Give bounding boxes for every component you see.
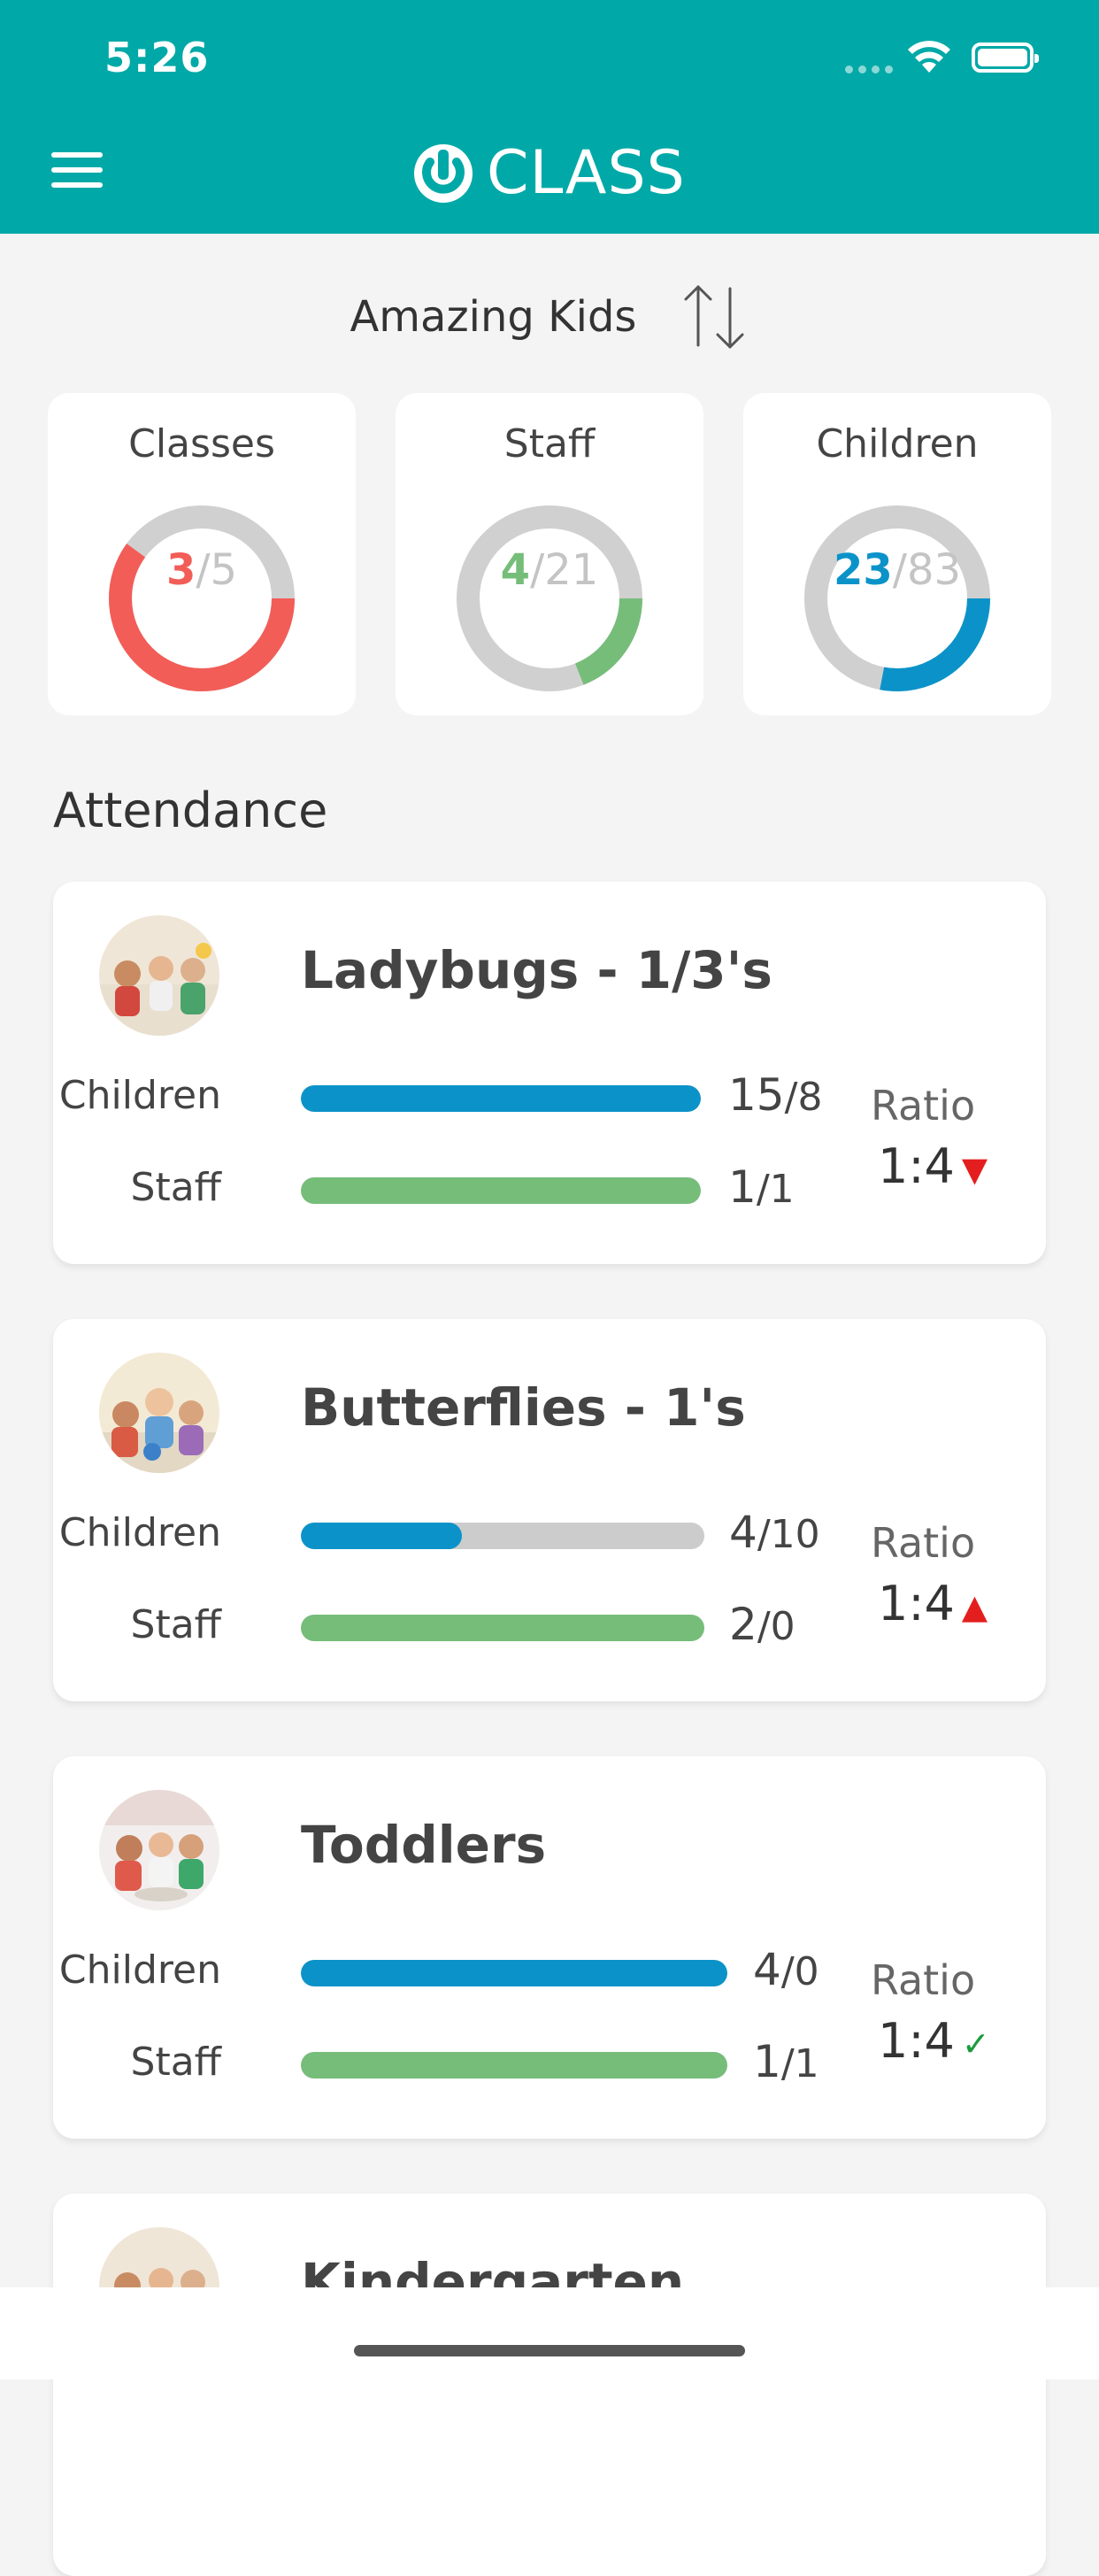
status-time: 5:26 (104, 34, 210, 81)
bottom-safe-area (0, 2287, 1099, 2379)
stat-title: Staff (503, 421, 596, 467)
app-header: 5:26 CLASS (0, 0, 1099, 234)
brand-name: CLASS (487, 138, 686, 208)
power-icon (414, 143, 473, 203)
children-present: 4 (729, 1507, 757, 1558)
stat-card-staff[interactable]: Staff 4/21 (396, 393, 703, 715)
center-name: Amazing Kids (350, 292, 637, 342)
class-photo (99, 915, 219, 1036)
staff-progress-bar (301, 1177, 701, 1204)
children-expected: /8 (784, 1075, 823, 1120)
stat-title: Children (816, 421, 979, 467)
staff-present: 1 (753, 2036, 781, 2087)
swap-icon[interactable] (679, 282, 749, 352)
children-count: 15/8 (728, 1069, 822, 1121)
class-name: Butterflies - 1's (301, 1377, 746, 1438)
ratio-value: 1:4 ✓ (878, 2013, 990, 2069)
staff-expected: /1 (780, 2041, 819, 2086)
brand-logo: CLASS (412, 138, 686, 208)
staff-count: 1/1 (753, 2036, 819, 2087)
stat-card-classes[interactable]: Classes 3/5 (48, 393, 356, 715)
staff-progress-fill (301, 1615, 704, 1641)
battery-icon (972, 42, 1039, 73)
check-icon: ✓ (961, 2025, 990, 2064)
stat-current: 23 (833, 545, 893, 595)
children-expected: /0 (780, 1949, 819, 1994)
staff-progress-fill (301, 2052, 727, 2079)
attendance-title: Attendance (53, 783, 328, 838)
stat-title: Classes (128, 421, 275, 467)
class-card-toddlers[interactable]: Toddlers Children 4/0 Staff 1/1 Ratio 1:… (53, 1756, 1046, 2139)
class-photo (99, 1353, 219, 1473)
ratio-up-icon: ▲ (961, 1587, 988, 1627)
children-progress-bar (301, 1960, 727, 1986)
children-progress-bar (301, 1085, 701, 1112)
staff-label: Staff (130, 2040, 221, 2085)
children-label: Children (58, 1510, 221, 1555)
staff-label: Staff (130, 1602, 221, 1647)
children-progress-bar (301, 1523, 704, 1549)
children-present: 15 (728, 1069, 785, 1121)
class-photo (99, 1790, 219, 1910)
ratio-value: 1:4 ▲ (878, 1576, 988, 1631)
staff-present: 2 (729, 1599, 757, 1650)
stat-card-children[interactable]: Children 23/83 (743, 393, 1051, 715)
class-card-ladybugs[interactable]: Ladybugs - 1/3's Children 15/8 Staff 1/1… (53, 882, 1046, 1264)
children-label: Children (58, 1073, 221, 1118)
staff-count: 1/1 (728, 1161, 795, 1213)
ratio-label: Ratio (871, 1519, 976, 1567)
children-count: 4/10 (729, 1507, 820, 1558)
staff-expected: /0 (757, 1604, 795, 1649)
stat-current: 3 (165, 545, 196, 595)
cellular-signal-icon (845, 66, 893, 73)
ratio-label: Ratio (871, 1082, 976, 1130)
donut-chart (804, 505, 990, 691)
staff-progress-fill (301, 1177, 701, 1204)
ratio-text: 1:4 (878, 1138, 955, 1194)
menu-button[interactable] (51, 152, 103, 191)
children-progress-fill (301, 1523, 463, 1549)
stat-total: /5 (196, 545, 238, 595)
staff-progress-bar (301, 1615, 704, 1641)
wifi-icon (908, 41, 950, 73)
children-present: 4 (753, 1944, 781, 1995)
home-indicator[interactable] (354, 2345, 745, 2356)
stat-current: 4 (500, 545, 531, 595)
staff-label: Staff (130, 1165, 221, 1210)
class-name: Toddlers (301, 1815, 547, 1875)
children-count: 4/0 (753, 1944, 819, 1995)
ratio-text: 1:4 (878, 1576, 955, 1631)
children-progress-fill (301, 1960, 727, 1986)
staff-expected: /1 (756, 1167, 795, 1212)
children-expected: /10 (757, 1512, 820, 1557)
donut-value: 23/83 (743, 545, 1051, 595)
stat-total: /83 (892, 545, 962, 595)
class-card-kindergarten[interactable]: Kindergarten (53, 2194, 1046, 2576)
stat-total: /21 (530, 545, 599, 595)
donut-value: 3/5 (48, 545, 356, 595)
ratio-label: Ratio (871, 1956, 976, 2004)
ratio-text: 1:4 (878, 2013, 955, 2069)
staff-present: 1 (728, 1161, 757, 1213)
children-label: Children (58, 1947, 221, 1993)
staff-count: 2/0 (729, 1599, 795, 1650)
donut-value: 4/21 (396, 545, 703, 595)
staff-progress-bar (301, 2052, 727, 2079)
donut-chart (457, 505, 642, 691)
center-selector[interactable]: Amazing Kids (0, 282, 1099, 352)
ratio-down-icon: ▼ (961, 1150, 988, 1190)
class-card-butterflies[interactable]: Butterflies - 1's Children 4/10 Staff 2/… (53, 1319, 1046, 1701)
ratio-value: 1:4 ▼ (878, 1138, 988, 1194)
children-progress-fill (301, 1085, 701, 1112)
donut-chart (109, 505, 295, 691)
class-name: Ladybugs - 1/3's (301, 940, 772, 1000)
